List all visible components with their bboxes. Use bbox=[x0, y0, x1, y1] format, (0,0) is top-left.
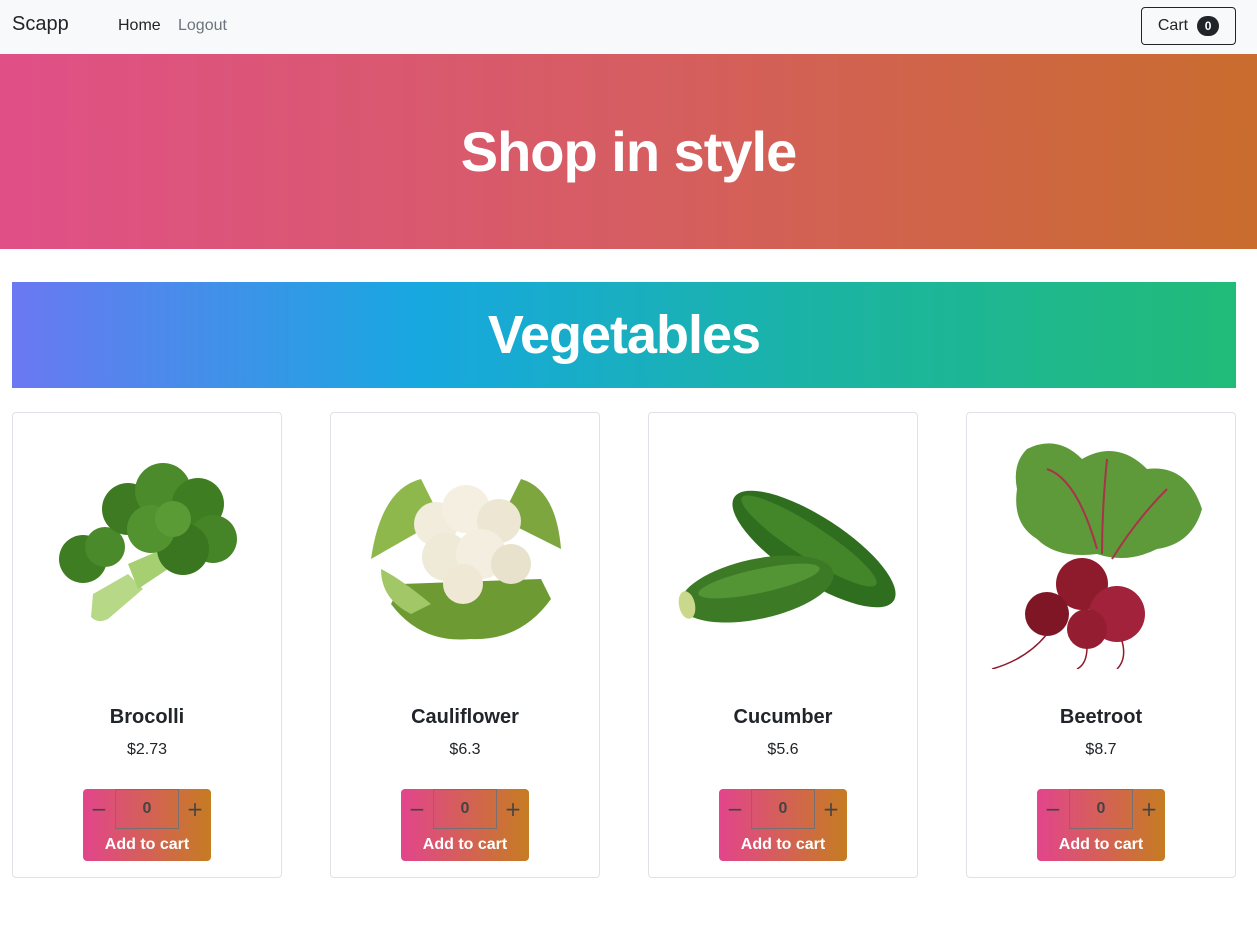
broccoli-image bbox=[59, 463, 237, 622]
beetroot-image bbox=[991, 443, 1202, 669]
cart-label: Cart bbox=[1157, 17, 1189, 34]
increment-button[interactable]: + bbox=[179, 789, 211, 829]
quantity-stepper: − + bbox=[401, 789, 529, 829]
cart-button[interactable]: Cart 0 bbox=[1141, 7, 1236, 45]
product-name: Cauliflower bbox=[411, 706, 519, 728]
add-to-cart-button[interactable]: Add to cart bbox=[83, 829, 211, 861]
category-banner: Vegetables bbox=[12, 282, 1236, 388]
add-to-cart-button[interactable]: Add to cart bbox=[719, 829, 847, 861]
quantity-input[interactable] bbox=[751, 789, 815, 829]
decrement-button[interactable]: − bbox=[719, 789, 751, 829]
decrement-button[interactable]: − bbox=[83, 789, 115, 829]
cauliflower-image bbox=[371, 479, 561, 640]
decrement-button[interactable]: − bbox=[401, 789, 433, 829]
decrement-button[interactable]: − bbox=[1037, 789, 1069, 829]
product-card-brocolli: Brocolli $2.73 − + Add to cart bbox=[12, 412, 282, 878]
add-to-cart-button[interactable]: Add to cart bbox=[401, 829, 529, 861]
product-price: $8.7 bbox=[1085, 741, 1117, 758]
nav-link-home[interactable]: Home bbox=[118, 17, 161, 35]
product-card-cucumber: Cucumber $5.6 − + Add to cart bbox=[648, 412, 918, 878]
product-name: Brocolli bbox=[109, 706, 185, 728]
product-card-beetroot: Beetroot $8.7 − + Add to cart bbox=[966, 412, 1236, 878]
category-title: Vegetables bbox=[487, 305, 761, 365]
quantity-stepper: − + bbox=[719, 789, 847, 829]
increment-button[interactable]: + bbox=[1133, 789, 1165, 829]
quantity-stepper: − + bbox=[83, 789, 211, 829]
product-price: $5.6 bbox=[767, 741, 799, 758]
product-price: $2.73 bbox=[126, 741, 168, 758]
product-name: Cucumber bbox=[733, 706, 833, 728]
brand-logo[interactable]: Scapp bbox=[12, 13, 69, 36]
hero-title: Shop in style bbox=[460, 120, 797, 183]
quantity-input[interactable] bbox=[1069, 789, 1133, 829]
increment-button[interactable]: + bbox=[497, 789, 529, 829]
quantity-input[interactable] bbox=[115, 789, 179, 829]
product-price: $6.3 bbox=[449, 741, 481, 758]
increment-button[interactable]: + bbox=[815, 789, 847, 829]
quantity-stepper: − + bbox=[1037, 789, 1165, 829]
product-name: Beetroot bbox=[1059, 706, 1143, 728]
hero-banner: Shop in style bbox=[0, 54, 1257, 249]
product-card-cauliflower: Cauliflower $6.3 − + Add to cart bbox=[330, 412, 600, 878]
cart-count-badge: 0 bbox=[1197, 16, 1220, 36]
cucumber-image bbox=[678, 490, 896, 623]
nav-link-logout[interactable]: Logout bbox=[178, 17, 227, 35]
navbar: Scapp Home Logout Cart 0 bbox=[0, 0, 1257, 54]
quantity-input[interactable] bbox=[433, 789, 497, 829]
add-to-cart-button[interactable]: Add to cart bbox=[1037, 829, 1165, 861]
